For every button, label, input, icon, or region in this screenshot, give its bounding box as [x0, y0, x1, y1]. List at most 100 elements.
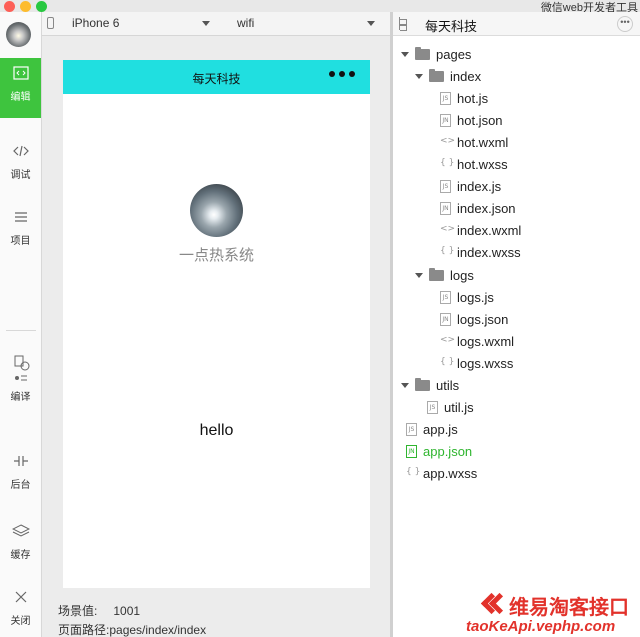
tree-file[interactable]: JS util.js — [427, 397, 474, 417]
tree-item-label: index.wxss — [457, 244, 521, 260]
tree-item-label: hot.json — [457, 112, 503, 128]
tree-file[interactable]: { } logs.wxss — [440, 353, 513, 373]
scene-value-row: 场景值: 1001 — [58, 602, 140, 619]
tree-icon[interactable] — [399, 17, 411, 31]
tree-item-label: logs — [450, 267, 474, 283]
sidebar-item-debug[interactable]: 调试 — [0, 136, 41, 196]
window-title-bar: 微信web开发者工具 — [0, 0, 640, 14]
phone-icon[interactable] — [47, 17, 54, 29]
wxml-file-icon: <> — [440, 334, 456, 345]
caret-down-icon — [415, 73, 423, 79]
js-file-icon: JS — [406, 422, 417, 436]
tree-item-label: index.json — [457, 200, 516, 216]
tree-file[interactable]: JN index.json — [440, 198, 516, 218]
tree-item-label: utils — [436, 377, 460, 393]
sidebar-item-compile[interactable]: 编译 — [0, 346, 41, 414]
wxml-file-icon: <> — [440, 135, 456, 146]
tree-item-label: app.wxss — [423, 465, 478, 481]
tree-item-label: logs.wxss — [457, 355, 514, 371]
tree-item-label: app.json — [423, 443, 473, 459]
phone-screen: 每天科技 一点热系统 hello — [63, 60, 370, 588]
caret-down-icon — [401, 51, 409, 57]
user-nickname: 一点热系统 — [178, 247, 254, 264]
sidebar-item-label: 编译 — [10, 392, 31, 403]
sidebar-item-label: 编辑 — [10, 92, 31, 103]
wxss-file-icon: { } — [440, 245, 455, 256]
minimize-window-button[interactable] — [20, 1, 31, 12]
layers-icon — [11, 524, 31, 542]
user-avatar[interactable] — [190, 184, 243, 237]
device-select[interactable]: iPhone 6 — [72, 16, 119, 30]
chevron-down-icon[interactable] — [367, 21, 375, 26]
tree-folder-index[interactable]: index — [415, 66, 481, 86]
json-file-icon: JN — [440, 201, 451, 215]
sidebar-item-close[interactable]: 关闭 — [0, 582, 41, 637]
scene-value: 1001 — [113, 604, 141, 618]
user-avatar-small[interactable] — [6, 22, 31, 47]
wxml-file-icon: <> — [440, 223, 456, 234]
caret-down-icon — [401, 382, 409, 388]
folder-icon — [429, 68, 444, 82]
tree-file[interactable]: { } hot.wxss — [440, 154, 508, 174]
tree-file-selected[interactable]: JN app.json — [406, 441, 472, 461]
background-icon — [11, 454, 31, 472]
tree-file[interactable]: { } index.wxss — [440, 242, 521, 262]
left-sidebar: 编辑 调试 项目 编译 后台 缓存 关闭 — [0, 12, 42, 637]
app-navigation-bar: 每天科技 — [63, 60, 370, 94]
simulator-status-bar: 场景值: 1001 页面路径:pages/index/index — [42, 591, 390, 637]
tree-item-label: index.wxml — [457, 222, 522, 238]
sidebar-item-edit[interactable]: 编辑 — [0, 58, 41, 118]
tree-item-label: hot.js — [457, 90, 489, 106]
page-path-row: 页面路径:pages/index/index — [58, 621, 206, 637]
watermark-url: taoKeApi.vephp.com — [466, 618, 616, 635]
tree-file[interactable]: <> logs.wxml — [440, 331, 514, 351]
tree-file[interactable]: JN logs.json — [440, 309, 508, 329]
folder-icon — [415, 46, 430, 60]
tree-file[interactable]: { } app.wxss — [406, 463, 477, 483]
more-options-icon[interactable] — [329, 71, 355, 77]
tree-item-label: index.js — [457, 178, 502, 194]
wxss-file-icon: { } — [406, 466, 421, 477]
sidebar-item-project[interactable]: 项目 — [0, 202, 41, 262]
hello-message[interactable]: hello — [63, 422, 370, 440]
more-icon[interactable]: ••• — [617, 16, 633, 32]
zoom-window-button[interactable] — [36, 1, 47, 12]
tree-item-label: pages — [436, 46, 472, 62]
js-file-icon: JS — [440, 179, 451, 193]
tree-folder-pages[interactable]: pages — [401, 44, 471, 64]
js-file-icon: JS — [440, 91, 451, 105]
app-nav-title: 每天科技 — [192, 72, 241, 86]
tree-file[interactable]: JS index.js — [440, 176, 501, 196]
sidebar-item-background[interactable]: 后台 — [0, 446, 41, 506]
file-explorer-header: 每天科技 ••• — [393, 12, 640, 36]
chevron-down-icon[interactable] — [202, 21, 210, 26]
tree-item-label: logs.wxml — [457, 333, 515, 349]
tree-item-label: logs.json — [457, 311, 509, 327]
tree-file[interactable]: <> index.wxml — [440, 220, 521, 240]
tree-item-label: app.js — [423, 421, 458, 437]
scene-label: 场景值: — [58, 604, 98, 618]
path-label: 页面路径: — [58, 623, 110, 637]
sidebar-item-label: 缓存 — [10, 550, 31, 561]
tree-file[interactable]: JN hot.json — [440, 110, 503, 130]
menu-icon — [11, 210, 31, 228]
json-file-icon: JN — [440, 113, 451, 127]
tree-folder-logs[interactable]: logs — [415, 265, 474, 285]
simulator-area: 每天科技 一点热系统 hello — [42, 36, 390, 591]
sidebar-item-cache[interactable]: 缓存 — [0, 516, 41, 576]
sidebar-item-label: 后台 — [10, 480, 31, 491]
wxss-file-icon: { } — [440, 356, 455, 367]
simulator-toolbar: iPhone 6 wifi — [42, 12, 390, 36]
tree-item-label: logs.js — [457, 289, 494, 305]
tree-file[interactable]: JS logs.js — [440, 287, 494, 307]
close-window-button[interactable] — [4, 1, 15, 12]
tree-file[interactable]: <> hot.wxml — [440, 132, 508, 152]
json-file-icon: JN — [440, 312, 451, 326]
sidebar-item-label: 项目 — [10, 236, 31, 247]
wxss-file-icon: { } — [440, 157, 455, 168]
tree-file[interactable]: JS hot.js — [440, 88, 488, 108]
network-select[interactable]: wifi — [237, 16, 254, 30]
tree-folder-utils[interactable]: utils — [401, 375, 459, 395]
tree-file[interactable]: JS app.js — [406, 419, 458, 439]
tree-item-label: util.js — [444, 399, 474, 415]
